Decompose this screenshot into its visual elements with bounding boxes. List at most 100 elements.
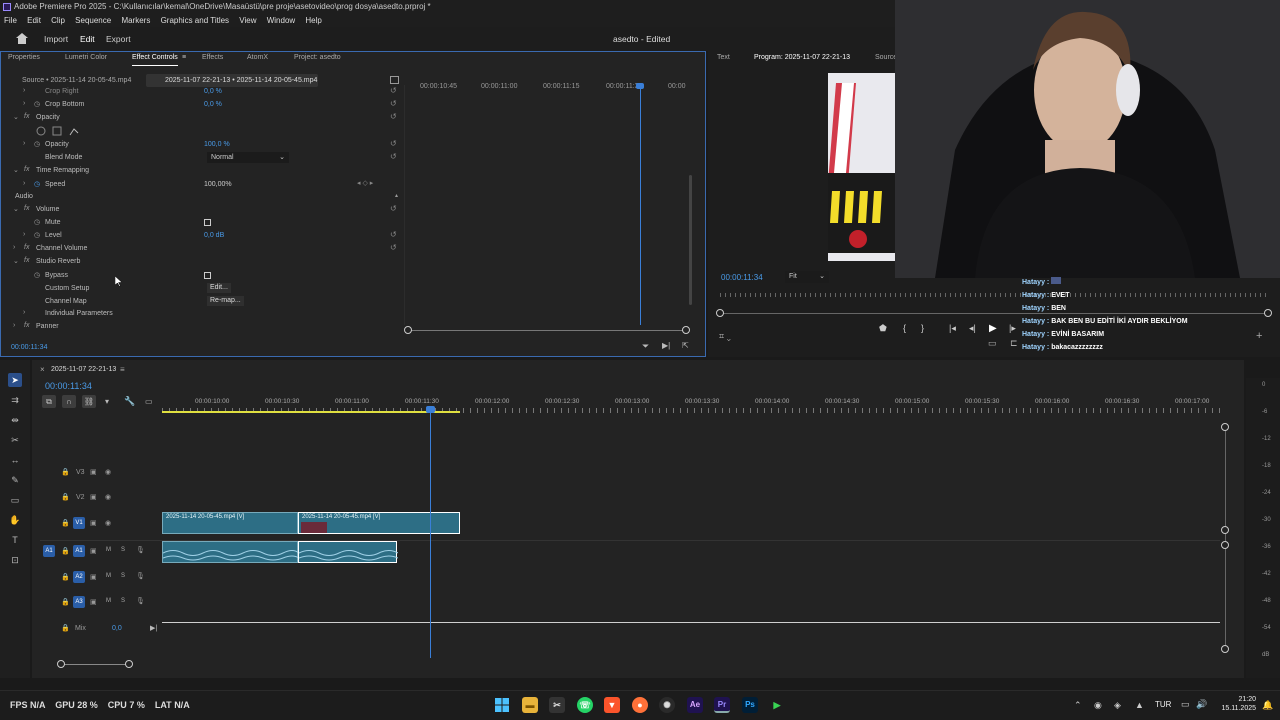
slip-tool-icon[interactable]: ↔ [8, 453, 22, 467]
lock-icon[interactable]: 🔒 [61, 519, 70, 527]
speed-value[interactable]: 100,00% [204, 178, 232, 191]
timeline-playhead[interactable] [430, 408, 431, 658]
tray-chevron-icon[interactable]: ⌃ [1074, 700, 1082, 711]
extract-icon[interactable]: ⊏ [1010, 338, 1018, 349]
eye-icon[interactable]: ◉ [105, 468, 111, 476]
collapse-chevron-icon[interactable]: ⌄ [13, 113, 19, 121]
fit-select[interactable]: Fit ⌄ [785, 271, 829, 283]
expand-chevron-icon[interactable]: › [23, 231, 25, 238]
ec-zoom-handle[interactable] [404, 326, 412, 334]
chatgpt-icon[interactable]: ✺ [659, 697, 675, 713]
remap-button[interactable]: Re-map... [207, 296, 244, 306]
scroll-handle[interactable] [1221, 541, 1229, 549]
go-to-in-icon[interactable]: |◂ [949, 323, 956, 334]
lock-icon[interactable]: 🔒 [61, 547, 70, 555]
eye-icon[interactable]: ◉ [105, 493, 111, 501]
step-back-icon[interactable]: ◂| [969, 323, 976, 334]
firefox-icon[interactable]: ● [632, 697, 648, 713]
brave-icon[interactable]: ▼ [604, 697, 620, 713]
mark-in-icon[interactable]: { [903, 323, 906, 333]
stopwatch-icon[interactable]: ◷ [34, 271, 40, 279]
close-tab-icon[interactable]: × [40, 365, 45, 374]
ec-zoom-handle[interactable] [682, 326, 690, 334]
tray-app-icon[interactable]: ◉ [1094, 700, 1102, 711]
step-forward-icon[interactable]: |▸ [1009, 323, 1016, 334]
opacity-value[interactable]: 100,0 % [204, 138, 230, 151]
snipping-tool-icon[interactable]: ✂ [549, 697, 565, 713]
audio-clip-selected[interactable] [298, 541, 399, 563]
menu-sequence[interactable]: Sequence [75, 16, 111, 25]
expand-chevron-icon[interactable]: › [13, 244, 15, 251]
home-icon[interactable] [16, 33, 28, 44]
track-a3-target[interactable]: A3 [73, 596, 85, 608]
crop-bottom-value[interactable]: 0,0 % [204, 98, 222, 111]
tray-app-icon[interactable]: ▲ [1135, 700, 1144, 710]
program-zoom-handle[interactable] [1264, 309, 1272, 317]
timeline-timecode[interactable]: 00:00:11:34 [45, 380, 92, 392]
export-frame-icon[interactable]: ⇱ [682, 341, 689, 350]
import-tab[interactable]: Import [44, 27, 68, 51]
collapse-chevron-icon[interactable]: ⌄ [13, 166, 19, 174]
fx-icon[interactable]: fx [24, 322, 29, 329]
playhead-handle[interactable] [426, 406, 435, 413]
track-v3-label[interactable]: V3 [76, 466, 85, 479]
menu-markers[interactable]: Markers [121, 16, 150, 25]
caption-tool-icon[interactable]: ⊡ [8, 553, 22, 567]
ec-playhead[interactable] [640, 85, 641, 325]
volume-icon[interactable]: 🔊 [1196, 699, 1207, 710]
settings-icon[interactable]: ⌗ ⌄ [719, 331, 731, 342]
photoshop-icon[interactable]: Ps [742, 697, 758, 713]
fx-icon[interactable]: fx [24, 257, 29, 264]
video-clip[interactable]: 2025-11-14 20-05-45.mp4 [V] [162, 512, 298, 534]
premiere-pro-icon[interactable]: Pr [714, 697, 730, 713]
video-clip-selected[interactable]: 2025-11-14 20-05-45.mp4 [V] [298, 512, 460, 534]
tab-effect-controls[interactable]: Effect Controls [132, 51, 178, 66]
add-marker-icon[interactable]: ⬟ [879, 323, 887, 334]
microphone-icon[interactable]: 🎙 [136, 597, 145, 605]
tab-program[interactable]: Program: 2025-11-07 22-21-13 [754, 51, 850, 65]
mark-out-icon[interactable]: } [921, 323, 924, 333]
program-video-frame[interactable] [828, 73, 895, 261]
sync-lock-icon[interactable]: ▣ [90, 493, 97, 501]
tab-effects[interactable]: Effects [202, 51, 223, 65]
menu-view[interactable]: View [239, 16, 256, 25]
play-only-audio-icon[interactable]: ▶| [662, 341, 670, 350]
rectangle-tool-icon[interactable]: ▭ [8, 493, 22, 507]
notifications-icon[interactable]: 🔔 [1262, 700, 1273, 711]
work-area-bar[interactable] [162, 411, 460, 413]
scroll-up-icon[interactable]: ▴ [395, 192, 398, 199]
program-zoom-bar[interactable] [720, 313, 1268, 314]
ec-timecode[interactable]: 00:00:11:34 [11, 341, 47, 354]
reset-icon[interactable]: ↺ [390, 230, 397, 239]
sync-lock-icon[interactable]: ▣ [90, 573, 97, 581]
track-v1-target[interactable]: V1 [73, 517, 85, 529]
track-a1-target[interactable]: A1 [73, 545, 85, 557]
reset-icon[interactable]: ↺ [390, 112, 397, 121]
vertical-scrollbar[interactable] [1225, 427, 1226, 649]
toggle-timeline-icon[interactable] [390, 76, 399, 84]
menu-file[interactable]: File [4, 16, 17, 25]
selection-tool-icon[interactable]: ➤ [8, 373, 22, 387]
mask-tools-icon[interactable] [36, 126, 84, 136]
fx-icon[interactable]: fx [24, 166, 29, 173]
collapse-chevron-icon[interactable]: ⌄ [13, 205, 19, 213]
captions-icon[interactable]: ▭ [145, 397, 153, 406]
keyframe-nav-icon[interactable]: ◂ ◇ ▸ [357, 179, 373, 187]
ec-playhead-handle[interactable] [636, 83, 644, 89]
edit-tab[interactable]: Edit [80, 27, 95, 51]
solo-button[interactable]: S [121, 547, 125, 553]
reset-icon[interactable]: ↺ [390, 99, 397, 108]
panel-menu-icon[interactable]: ≡ [120, 365, 125, 374]
sequence-clip-label[interactable]: 2025-11-07 22-21-13 • 2025-11-14 20-05-4… [146, 74, 318, 87]
tab-text[interactable]: Text [717, 51, 730, 65]
expand-chevron-icon[interactable]: › [23, 100, 25, 107]
mute-button[interactable]: M [106, 598, 111, 604]
stopwatch-icon[interactable]: ◷ [34, 140, 40, 148]
program-timecode[interactable]: 00:00:11:34 [721, 271, 763, 284]
sequence-tab[interactable]: 2025-11-07 22-21-13 [51, 363, 116, 376]
filter-icon[interactable]: ⏷ [642, 341, 649, 352]
bypass-checkbox[interactable] [204, 272, 211, 279]
menu-window[interactable]: Window [267, 16, 295, 25]
fx-icon[interactable]: fx [24, 244, 29, 251]
expand-chevron-icon[interactable]: › [23, 309, 25, 316]
